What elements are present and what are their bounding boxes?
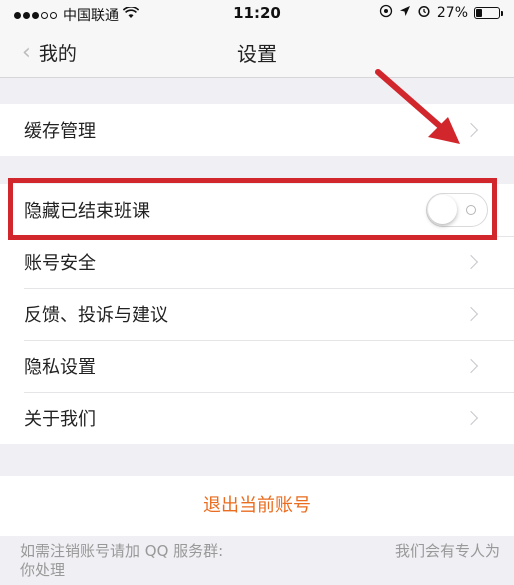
location-icon <box>379 4 393 22</box>
chevron-right-icon <box>463 254 479 270</box>
footer-text: 你处理 <box>20 561 66 579</box>
chevron-right-icon <box>463 306 479 322</box>
settings-item-account-security[interactable]: 账号安全 <box>0 236 514 288</box>
footer-note: 如需注销账号请加 QQ 服务群: 我们会有专人为 你处理 <box>20 542 500 580</box>
settings-item-privacy[interactable]: 隐私设置 <box>0 340 514 392</box>
battery-icon <box>474 7 503 19</box>
footer-text: 如需注销账号请加 QQ 服务群: <box>20 542 224 560</box>
navigation-icon <box>399 5 411 21</box>
settings-item-label: 缓存管理 <box>24 121 96 142</box>
battery-fill <box>476 9 482 17</box>
settings-item-label: 隐藏已结束班课 <box>24 201 150 222</box>
toggle-knob <box>428 195 457 224</box>
hide-finished-toggle[interactable] <box>426 193 488 227</box>
battery-tip <box>501 11 503 16</box>
chevron-right-icon <box>463 358 479 374</box>
settings-item-label: 反馈、投诉与建议 <box>24 305 168 326</box>
settings-item-label: 隐私设置 <box>24 357 96 378</box>
chevron-right-icon <box>463 410 479 426</box>
annotation-arrow <box>375 69 460 144</box>
settings-group: 隐藏已结束班课 账号安全 反馈、投诉与建议 隐私设置 关于我们 <box>0 184 514 444</box>
settings-item-label: 账号安全 <box>24 253 96 274</box>
battery-percent: 27% <box>436 5 468 21</box>
settings-item-feedback[interactable]: 反馈、投诉与建议 <box>0 288 514 340</box>
logout-button[interactable]: 退出当前账号 <box>0 476 514 536</box>
settings-item-hide-finished: 隐藏已结束班课 <box>0 184 514 236</box>
status-bar: 中国联通 11:20 27% <box>0 0 514 28</box>
settings-item-about[interactable]: 关于我们 <box>0 392 514 444</box>
settings-item-label: 关于我们 <box>24 409 96 430</box>
toggle-off-indicator <box>466 205 476 215</box>
footer-text: 我们会有专人为 <box>394 542 500 560</box>
alarm-icon <box>417 4 431 22</box>
status-right: 27% <box>373 4 503 22</box>
